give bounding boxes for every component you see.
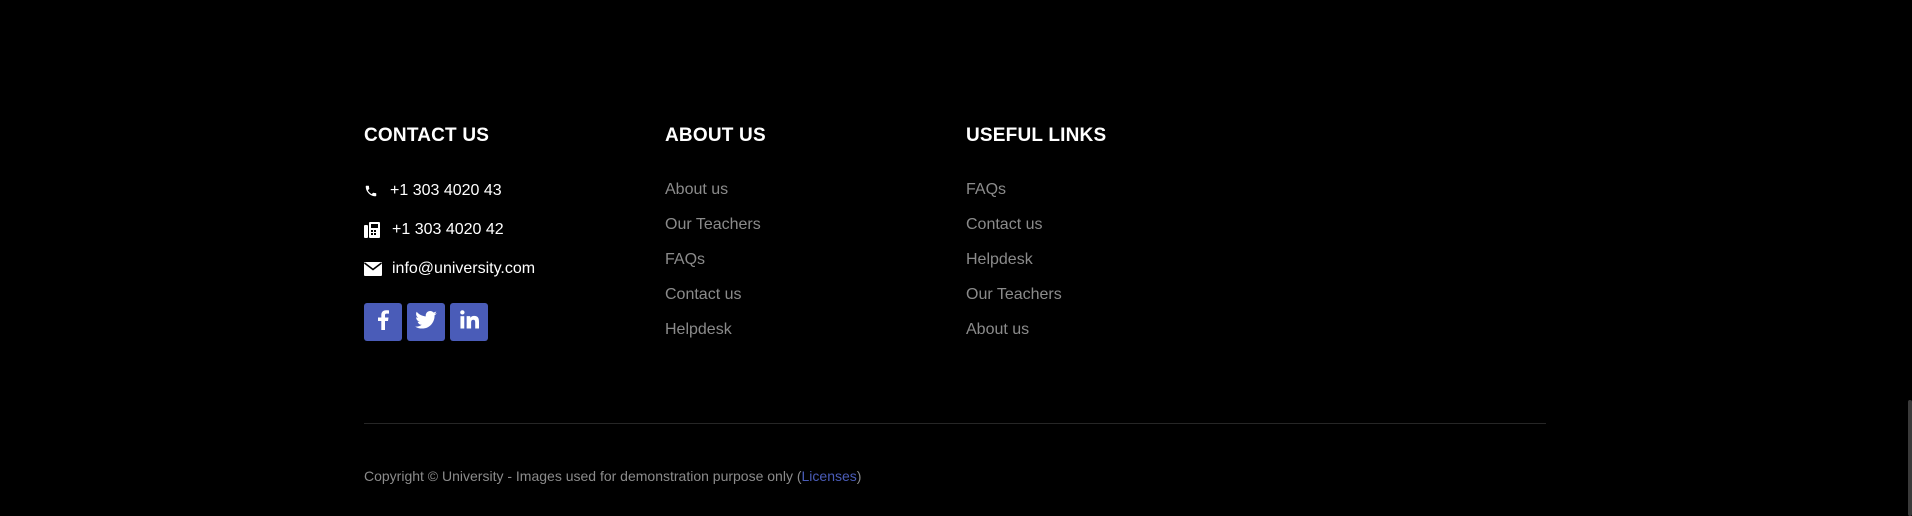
- copyright: Copyright © University - Images used for…: [364, 466, 861, 486]
- copyright-close: ): [856, 468, 862, 484]
- about-link-contact-us[interactable]: Contact us: [665, 284, 966, 306]
- about-link-helpdesk[interactable]: Helpdesk: [665, 319, 966, 341]
- social-links: [364, 303, 665, 341]
- contact-email-row: info@university.com: [364, 257, 665, 281]
- about-column: ABOUT US About us Our Teachers FAQs Cont…: [665, 123, 966, 354]
- useful-links-heading: USEFUL LINKS: [966, 125, 1107, 146]
- linkedin-icon: [459, 310, 479, 334]
- fax-icon: [364, 221, 392, 239]
- scrollbar-thumb[interactable]: [1908, 400, 1912, 516]
- footer-columns: CONTACT US +1 303 4020 43 +1 303 4020 42…: [364, 123, 1267, 354]
- licenses-link[interactable]: Licenses: [802, 468, 857, 484]
- site-footer: CONTACT US +1 303 4020 43 +1 303 4020 42…: [0, 0, 1912, 516]
- phone-icon: [364, 184, 390, 198]
- contact-phone-row: +1 303 4020 43: [364, 179, 665, 203]
- facebook-button[interactable]: [364, 303, 402, 341]
- about-heading: ABOUT US: [665, 125, 766, 146]
- facebook-icon: [377, 309, 389, 335]
- envelope-icon: [364, 262, 392, 276]
- useful-links-column: USEFUL LINKS FAQs Contact us Helpdesk Ou…: [966, 123, 1267, 354]
- contact-column: CONTACT US +1 303 4020 43 +1 303 4020 42…: [364, 123, 665, 354]
- about-link-about-us[interactable]: About us: [665, 179, 966, 201]
- about-link-our-teachers[interactable]: Our Teachers: [665, 214, 966, 236]
- copyright-text: Copyright © University - Images used for…: [364, 468, 802, 484]
- contact-email[interactable]: info@university.com: [392, 260, 535, 278]
- contact-fax: +1 303 4020 42: [392, 221, 504, 238]
- contact-phone: +1 303 4020 43: [390, 182, 502, 199]
- page-scrollbar[interactable]: [1906, 0, 1912, 516]
- useful-link-helpdesk[interactable]: Helpdesk: [966, 249, 1267, 271]
- twitter-icon: [415, 310, 437, 334]
- useful-link-contact-us[interactable]: Contact us: [966, 214, 1267, 236]
- twitter-button[interactable]: [407, 303, 445, 341]
- useful-link-faqs[interactable]: FAQs: [966, 179, 1267, 201]
- footer-divider: [364, 423, 1546, 424]
- about-link-faqs[interactable]: FAQs: [665, 249, 966, 271]
- contact-heading: CONTACT US: [364, 125, 490, 146]
- useful-link-our-teachers[interactable]: Our Teachers: [966, 284, 1267, 306]
- useful-link-about-us[interactable]: About us: [966, 319, 1267, 341]
- contact-fax-row: +1 303 4020 42: [364, 218, 665, 242]
- linkedin-button[interactable]: [450, 303, 488, 341]
